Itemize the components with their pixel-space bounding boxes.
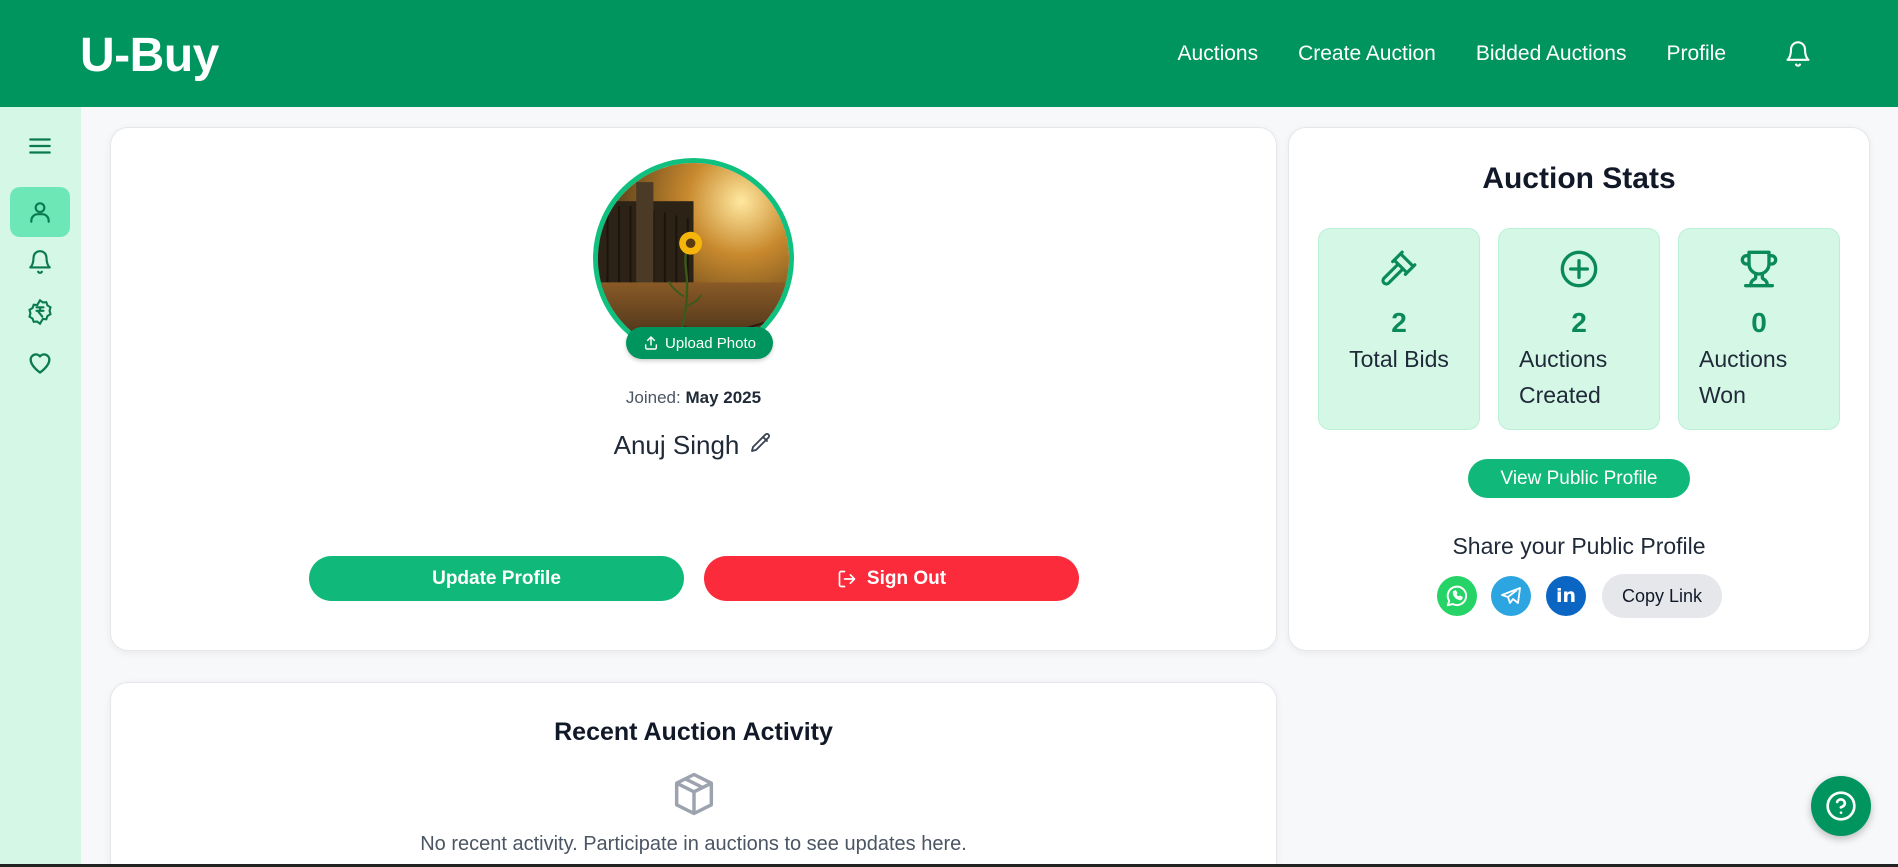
nav-create-auction[interactable]: Create Auction <box>1298 42 1436 66</box>
gavel-icon <box>1319 249 1479 287</box>
stats-title: Auction Stats <box>1482 162 1676 195</box>
user-icon[interactable] <box>10 187 70 237</box>
empty-box-icon <box>674 772 714 816</box>
activity-title: Recent Auction Activity <box>554 718 833 746</box>
sign-out-button[interactable]: Sign Out <box>704 556 1079 601</box>
upload-photo-button[interactable]: Upload Photo <box>626 327 773 359</box>
help-icon <box>1826 791 1856 821</box>
nav-profile[interactable]: Profile <box>1666 42 1726 66</box>
avatar-photo <box>598 163 789 354</box>
top-navbar: U-Buy Auctions Create Auction Bidded Auc… <box>0 0 1898 107</box>
copy-link-button[interactable]: Copy Link <box>1602 574 1722 618</box>
upload-photo-label: Upload Photo <box>665 334 756 352</box>
joined-date: Joined: May 2025 <box>110 388 1277 408</box>
sign-out-icon <box>838 570 856 587</box>
edit-pencil-icon[interactable] <box>749 431 773 460</box>
joined-label: Joined: <box>625 388 681 407</box>
view-public-profile-button[interactable]: View Public Profile <box>1468 459 1690 498</box>
help-button[interactable] <box>1811 776 1871 836</box>
stat-tile-total-bids: 2 Total Bids <box>1318 228 1480 430</box>
profile-name-row: Anuj Singh <box>110 430 1277 461</box>
nav-auctions[interactable]: Auctions <box>1178 42 1259 66</box>
stat-label: Auctions Won <box>1699 346 1788 408</box>
stat-tile-auctions-created: 2 Auctions Created <box>1498 228 1660 430</box>
activity-empty-text: No recent activity. Participate in aucti… <box>420 833 967 855</box>
rupee-icon[interactable] <box>10 287 70 337</box>
sidebar-bell-icon[interactable] <box>10 237 70 287</box>
update-profile-button[interactable]: Update Profile <box>309 556 684 601</box>
stat-tile-auctions-won: 0 Auctions Won <box>1678 228 1840 430</box>
share-title: Share your Public Profile <box>1452 533 1706 559</box>
stat-value: 2 <box>1391 307 1407 338</box>
sign-out-label: Sign Out <box>866 567 947 589</box>
nav-bidded-auctions[interactable]: Bidded Auctions <box>1476 42 1627 66</box>
telegram-icon[interactable] <box>1491 576 1531 616</box>
menu-icon[interactable] <box>10 121 70 171</box>
notification-bell-icon[interactable] <box>1778 34 1818 74</box>
plus-circle-icon <box>1499 249 1659 289</box>
upload-icon <box>644 336 658 350</box>
sidebar <box>0 107 81 867</box>
stat-value: 0 <box>1751 307 1767 338</box>
joined-value: May 2025 <box>685 388 762 407</box>
linkedin-icon[interactable]: in <box>1546 576 1586 616</box>
profile-name: Anuj Singh <box>613 430 740 460</box>
stat-value: 2 <box>1571 307 1587 338</box>
whatsapp-icon[interactable] <box>1437 576 1477 616</box>
trophy-icon <box>1679 249 1839 289</box>
brand-logo[interactable]: U-Buy <box>80 28 219 83</box>
stat-label: Auctions Created <box>1519 346 1608 408</box>
stat-label: Total Bids <box>1349 346 1449 372</box>
main-nav: Auctions Create Auction Bidded Auctions … <box>1178 0 1898 107</box>
heart-icon[interactable] <box>10 337 70 387</box>
